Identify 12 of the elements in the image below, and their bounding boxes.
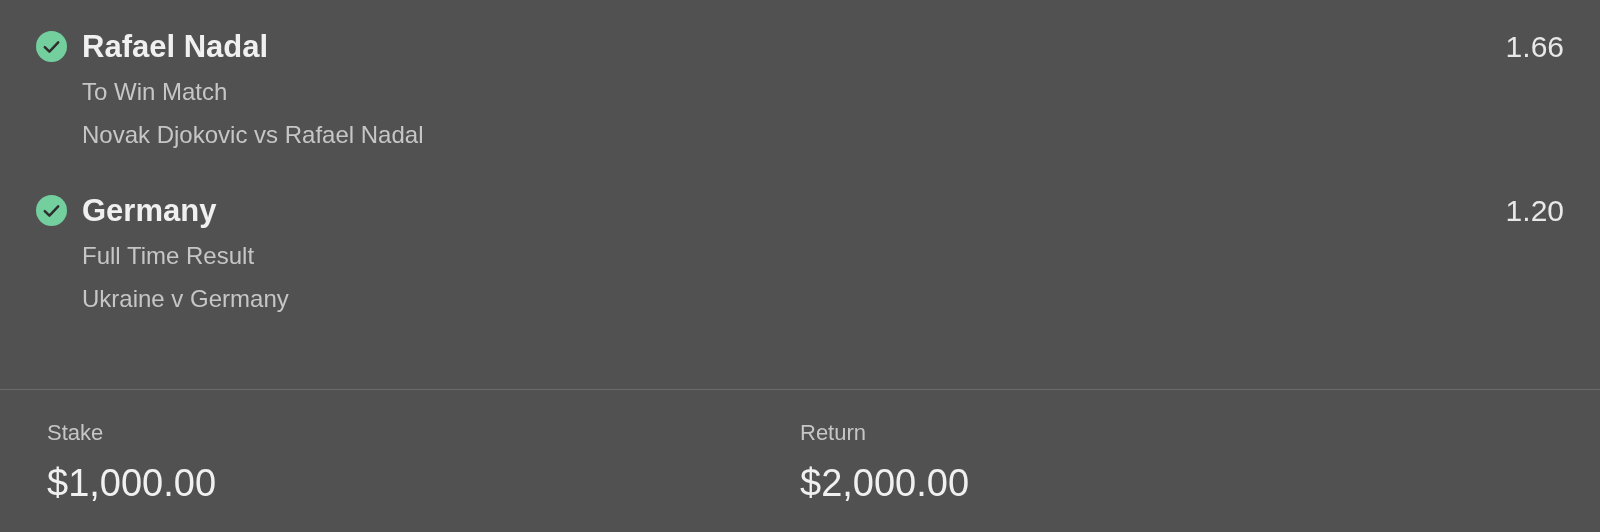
odds: 1.66 (1505, 29, 1564, 65)
total-value: $1,000.00 (47, 461, 218, 506)
total-label: Stake (47, 420, 105, 446)
odds: 1.20 (1505, 193, 1564, 229)
event-name: Novak Djokovic vs Rafael Nadal (82, 120, 425, 150)
selection-name: Rafael Nadal (82, 28, 269, 66)
selection-name: Germany (82, 192, 217, 230)
total-label: Return (800, 420, 868, 446)
market-name: To Win Match (82, 77, 229, 107)
total-value: $2,000.00 (800, 461, 971, 506)
market-name: Full Time Result (82, 241, 256, 271)
event-name: Ukraine v Germany (82, 284, 290, 314)
